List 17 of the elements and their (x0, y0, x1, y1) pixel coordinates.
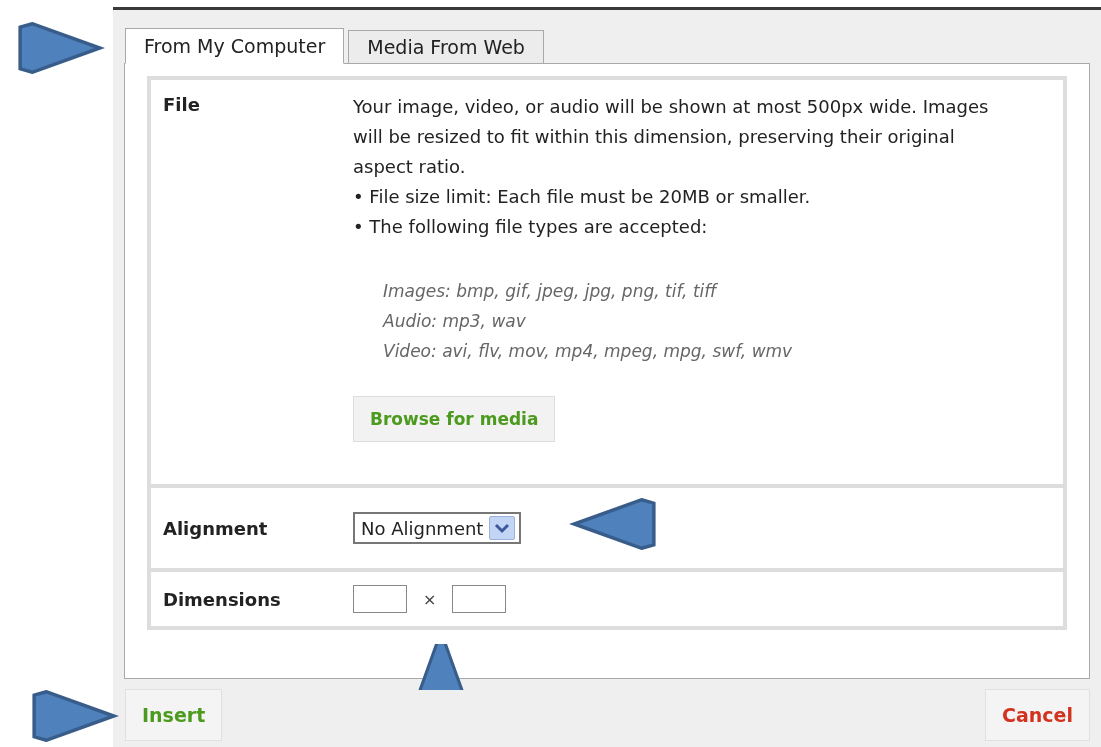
field-label: Dimensions (163, 588, 282, 610)
bullet-text: • File size limit: Each file must be 20MB or smaller. (353, 185, 812, 209)
height-input[interactable] (452, 585, 507, 613)
width-input[interactable] (353, 585, 407, 613)
file-types-text: Audio: mp3, wav (383, 310, 527, 333)
file-types-text: Video: avi, flv, mov, mp4, mpeg, mpg, swf, wmv (383, 340, 794, 363)
times-sign: × (423, 589, 437, 609)
chevron-down-icon (489, 516, 516, 540)
cancel-button[interactable]: Cancel (985, 689, 1090, 741)
tab[interactable]: Media From Web (348, 30, 544, 64)
tab[interactable]: From My Computer (125, 28, 345, 64)
file-types-text: Images: bmp, gif, jpeg, jpg, png, tif, tiff (383, 280, 719, 303)
description-text: Your image, video, or audio will be shown at most 500px wide. Images will be resized to fit within this dimension, preserving their original aspect ratio. (353, 95, 990, 179)
field-label: Alignment (163, 517, 269, 539)
field-label: File (163, 93, 201, 115)
bullet-text: • The following file types are accepted: (353, 215, 709, 239)
alignment-select[interactable]: No Alignment (353, 512, 522, 544)
